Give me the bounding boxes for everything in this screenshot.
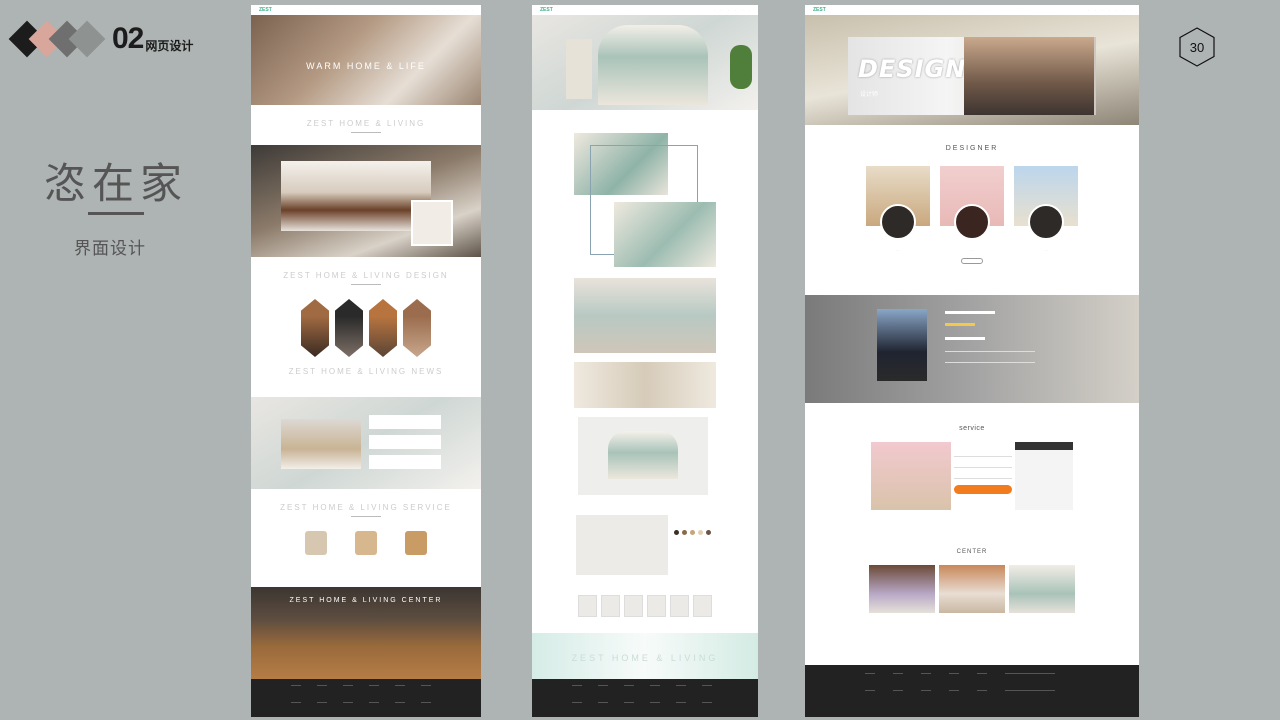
- designer-portrait: [877, 309, 927, 381]
- section-title: CENTER: [956, 549, 988, 555]
- center-section: CENTER: [805, 543, 1139, 653]
- thumbnail[interactable]: [578, 595, 597, 617]
- service-section: service: [805, 403, 1139, 543]
- brand-subtitle: 网页设计: [145, 38, 194, 53]
- avatar: [880, 204, 916, 240]
- diamond-icon: [68, 20, 106, 58]
- site-logo[interactable]: ZEST: [813, 7, 826, 13]
- section-title: ZEST HOME & LIVING NEWS: [288, 367, 444, 376]
- detail-image: [574, 362, 716, 408]
- room-image: [574, 278, 716, 353]
- news-item[interactable]: [369, 455, 441, 469]
- product-card[interactable]: [939, 565, 1005, 613]
- hero-title: WARM HOME & LIFE: [306, 61, 426, 71]
- brand-mark: 02 网页设计: [8, 20, 194, 58]
- tableware-icon[interactable]: [355, 531, 377, 555]
- designer-banner: DESIGNER 设计师: [848, 37, 1096, 115]
- bedroom-image: [281, 161, 431, 231]
- design-card[interactable]: [403, 299, 431, 357]
- thumbnail[interactable]: [601, 595, 620, 617]
- product-image: [576, 515, 668, 575]
- news-image: [281, 419, 361, 469]
- site-footer: [251, 679, 481, 717]
- thumbnail[interactable]: [693, 595, 712, 617]
- site-footer: [532, 679, 758, 717]
- nav-bar: ZEST · · · · · ·: [251, 5, 481, 15]
- site-logo[interactable]: ZEST: [540, 7, 553, 13]
- site-logo[interactable]: ZEST: [259, 7, 272, 13]
- nav-bar: ZEST · · · · · · ·: [805, 5, 1139, 15]
- product-hero: [532, 15, 758, 110]
- page-number-badge: 30: [1179, 27, 1215, 67]
- plant-image: [730, 45, 752, 89]
- design-card[interactable]: [335, 299, 363, 357]
- thumbnail[interactable]: [647, 595, 666, 617]
- mockup-designer-page: ZEST · · · · · · · DESIGNER 设计师 DESIGNER · · ·…: [805, 5, 1139, 717]
- thumbnail[interactable]: [624, 595, 643, 617]
- news-item[interactable]: [369, 435, 441, 449]
- design-card[interactable]: [301, 299, 329, 357]
- designer-card[interactable]: · · ·: [866, 166, 930, 252]
- vase-icon[interactable]: [305, 531, 327, 555]
- page-subtitle: 界面设计: [74, 239, 146, 258]
- nav-bar: ZEST · · · · · ·: [532, 5, 758, 15]
- brand-number: 02: [112, 22, 144, 55]
- mockup-home-page: ZEST · · · · · · WARM HOME & LIFE ZEST HOME &…: [251, 5, 481, 717]
- page-number: 30: [1189, 39, 1205, 55]
- designer-hero: DESIGNER 设计师: [805, 15, 1139, 125]
- product-card[interactable]: [1009, 565, 1075, 613]
- designer-card[interactable]: · · ·: [1014, 166, 1078, 252]
- bed-image: [598, 25, 708, 105]
- drawer-image: [566, 39, 592, 99]
- section-title: ZEST HOME & LIVING DESIGN: [283, 271, 449, 280]
- basket-icon[interactable]: [405, 531, 427, 555]
- section-title: ZEST HOME & LIVING SERVICE: [280, 503, 452, 512]
- section-title: ZEST HOME & LIVING CENTER: [289, 597, 443, 604]
- avatar: [954, 204, 990, 240]
- center-section: ZEST HOME & LIVING CENTER: [251, 587, 481, 679]
- news-section: [251, 397, 481, 489]
- form-field[interactable]: [954, 474, 1012, 479]
- thumbnail-image: [411, 200, 453, 246]
- product-card[interactable]: [869, 565, 935, 613]
- hero-banner: WARM HOME & LIFE: [251, 15, 481, 105]
- newsletter-banner: ZEST HOME & LIVING: [532, 633, 758, 679]
- news-item[interactable]: [369, 415, 441, 429]
- service-image: [871, 442, 951, 510]
- form-field[interactable]: [954, 463, 1012, 468]
- detail-image: [614, 202, 716, 267]
- related-thumbnails: [532, 595, 758, 617]
- banner-watermark: ZEST HOME & LIVING: [571, 653, 719, 663]
- designer-section: DESIGNER · · · · · · · · ·: [805, 125, 1139, 295]
- section-title: ZEST HOME & LIVING: [306, 119, 426, 128]
- section-title: service: [959, 425, 985, 432]
- design-section: ZEST HOME & LIVING DESIGN ZEST HOME & LI…: [251, 257, 481, 397]
- design-card[interactable]: [369, 299, 397, 357]
- designer-card[interactable]: · · ·: [940, 166, 1004, 252]
- form-field[interactable]: [954, 452, 1012, 457]
- service-info: [1015, 442, 1073, 510]
- more-button[interactable]: [961, 258, 983, 264]
- mockup-product-page: ZEST · · · · · · ZEST HOME & LIVING: [532, 5, 758, 717]
- intro-section: ZEST HOME & LIVING: [251, 105, 481, 145]
- title-divider: [88, 212, 144, 215]
- service-form: [951, 442, 1015, 510]
- thumbnail[interactable]: [670, 595, 689, 617]
- section-title: DESIGNER: [945, 145, 999, 152]
- dimension-image: [578, 417, 708, 495]
- bedroom-showcase: [251, 145, 481, 257]
- color-swatches[interactable]: [674, 530, 711, 535]
- page-title: 恣在家: [44, 159, 189, 208]
- site-footer: [805, 665, 1139, 717]
- designer-profile: [805, 295, 1139, 403]
- banner-subtitle: 设计师: [860, 92, 879, 98]
- team-photo: [964, 37, 1094, 115]
- submit-button[interactable]: [954, 485, 1012, 494]
- avatar: [1028, 204, 1064, 240]
- service-section: ZEST HOME & LIVING SERVICE: [251, 489, 481, 587]
